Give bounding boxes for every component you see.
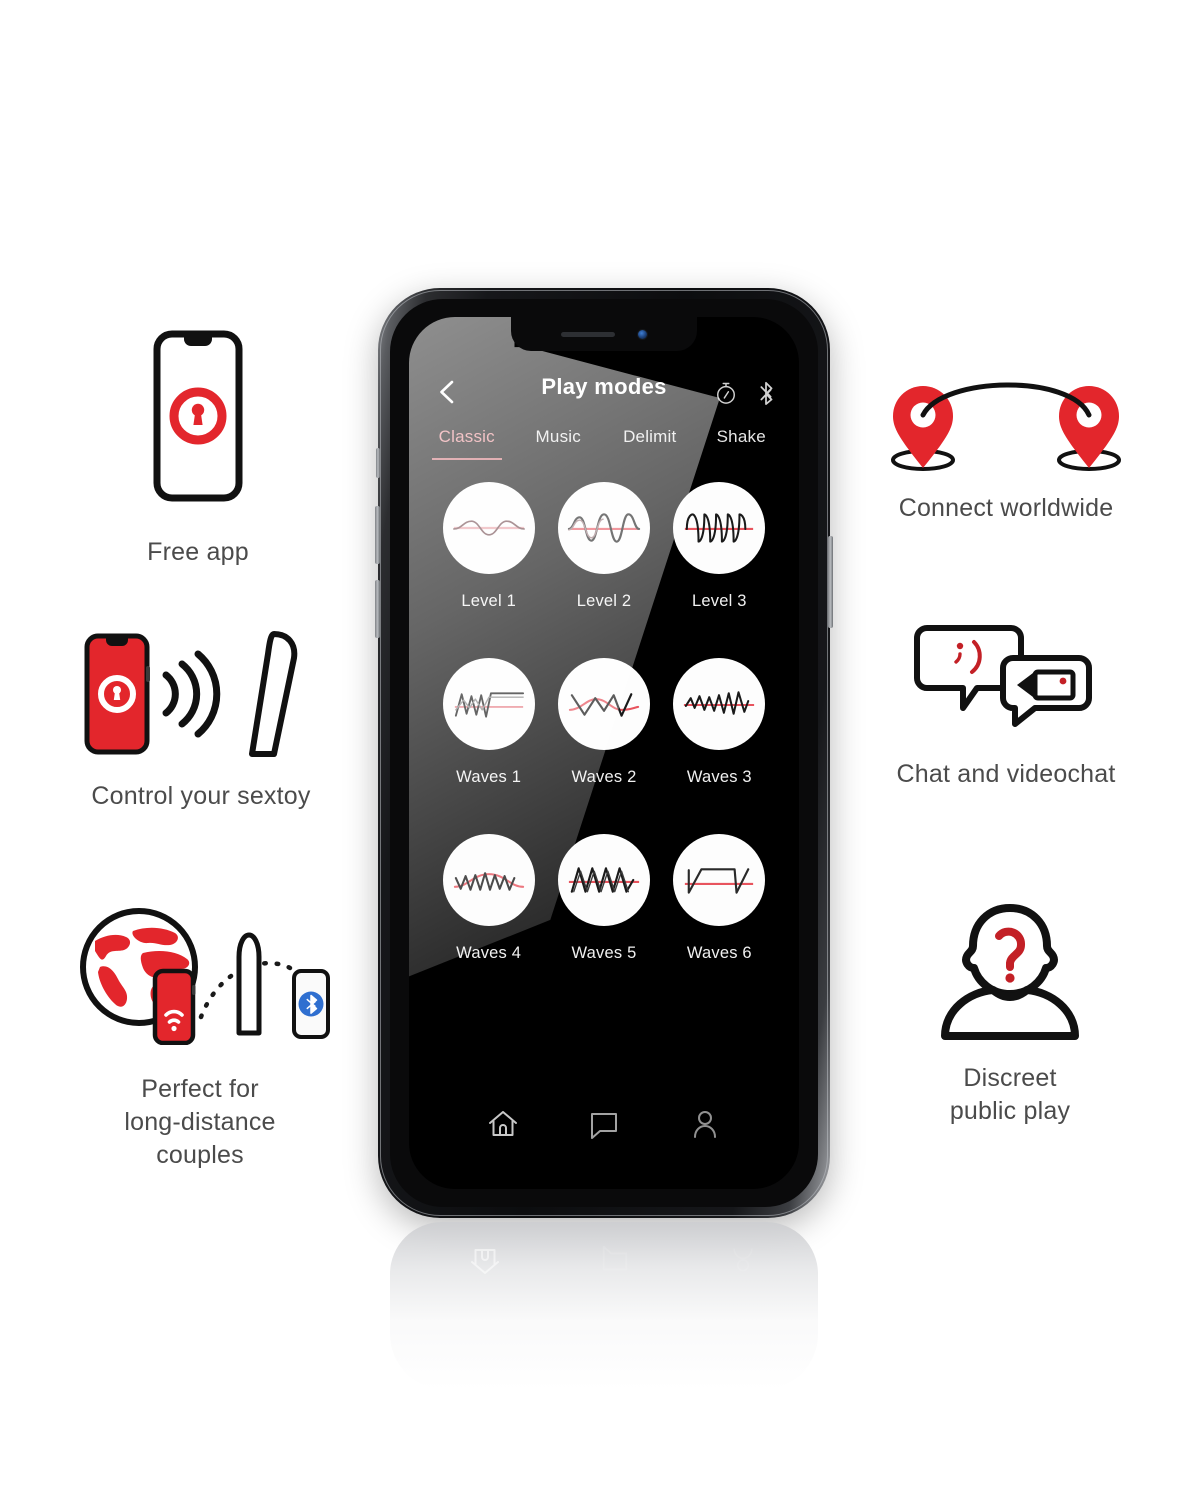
phone-with-lock-icon	[153, 330, 243, 502]
nav-item-chat[interactable]	[554, 1107, 655, 1141]
chat-icon	[591, 1113, 617, 1139]
feature-chat-videochat: Chat and videochat	[870, 618, 1142, 791]
feature-long-distance: Perfect for long-distance couples	[50, 905, 350, 1172]
mode-label: Waves 6	[686, 944, 752, 962]
waveform-sawtooth-peaks	[568, 867, 640, 893]
waveform-square-plateau	[685, 868, 754, 894]
mode-label: Waves 1	[456, 768, 522, 786]
promo-page: Free app Control your sextoy Perfect for…	[0, 0, 1200, 1500]
waveform-ramp-triangle-burst	[684, 691, 755, 715]
mode-label: Waves 5	[571, 944, 637, 962]
mode-label: Waves 4	[456, 944, 522, 962]
phone-notch	[511, 317, 697, 351]
mode-item[interactable]: Waves 1	[431, 658, 546, 834]
feature-control-sextoy: Control your sextoy	[56, 630, 346, 813]
mode-item[interactable]: Waves 5	[546, 834, 661, 1010]
timer-icon[interactable]	[715, 381, 737, 405]
tab-delimit[interactable]: Delimit	[604, 427, 696, 460]
phone-bezel: Play modes Classic Music Delimit Shake L…	[390, 299, 818, 1207]
mode-item[interactable]: Waves 2	[546, 658, 661, 834]
user-icon-reflection	[733, 1248, 753, 1272]
user-icon	[693, 1111, 716, 1138]
feature-label: Discreet public play	[949, 1064, 1071, 1125]
mode-label: Level 3	[692, 592, 747, 610]
nav-item-home[interactable]	[453, 1107, 554, 1141]
mode-thumbnail-waves-6[interactable]	[673, 834, 766, 926]
mode-label: Level 1	[461, 592, 516, 610]
waveform-dense-triangle-arc	[453, 872, 524, 891]
mode-thumbnail-level-3[interactable]	[673, 482, 766, 574]
mode-label: Level 2	[576, 592, 632, 610]
bluetooth-icon[interactable]	[755, 381, 777, 405]
home-icon	[489, 1111, 518, 1136]
app-ui: Play modes Classic Music Delimit Shake L…	[409, 317, 799, 1189]
two-map-pins-arc-icon	[891, 382, 1121, 471]
mode-item[interactable]: Waves 4	[431, 834, 546, 1010]
phone-signal-vibrator-icon	[84, 631, 298, 757]
mode-item[interactable]: Waves 3	[662, 658, 777, 834]
mode-label: Waves 3	[686, 768, 752, 786]
speech-bubbles-videochat-icon	[914, 625, 1092, 727]
header-actions	[715, 381, 777, 405]
waveform-sine-low-amplitude	[452, 520, 525, 536]
feature-connect-worldwide: Connect worldwide	[866, 382, 1146, 525]
volume-down-button[interactable]	[375, 580, 380, 638]
mode-thumbnail-waves-3[interactable]	[673, 658, 766, 750]
tab-classic[interactable]: Classic	[421, 427, 513, 460]
power-button[interactable]	[828, 536, 833, 628]
mode-item[interactable]: Level 2	[546, 482, 661, 658]
globe-phone-toy-bluetooth-icon	[80, 908, 330, 1045]
feature-label: Free app	[147, 538, 249, 566]
waveform-sine-medium	[567, 513, 641, 543]
mode-thumbnail-waves-4[interactable]	[442, 834, 535, 926]
feature-label: Control your sextoy	[91, 782, 311, 810]
home-icon-reflection	[471, 1249, 499, 1274]
mode-item[interactable]: Level 3	[662, 482, 777, 658]
phone-mockup: Play modes Classic Music Delimit Shake L…	[375, 288, 833, 1218]
waveform-wide-triangle-peaks	[568, 693, 640, 717]
person-question-mark-icon	[941, 904, 1079, 1040]
mute-switch[interactable]	[376, 448, 380, 478]
volume-up-button[interactable]	[375, 506, 380, 564]
tab-music[interactable]: Music	[513, 427, 605, 460]
feature-label: Chat and videochat	[896, 760, 1116, 788]
waveform-zigzag-rising-plateau	[454, 692, 524, 718]
nav-item-profile[interactable]	[654, 1107, 755, 1141]
bottom-nav-bar	[409, 1085, 799, 1189]
feature-label: Perfect for long-distance couples	[124, 1075, 276, 1169]
phone-reflection	[390, 1222, 818, 1390]
mode-label: Waves 2	[571, 768, 637, 786]
front-camera-icon	[636, 328, 648, 340]
chat-icon-reflection	[602, 1245, 628, 1271]
feature-free-app: Free app	[62, 330, 334, 569]
mode-thumbnail-level-1[interactable]	[442, 482, 535, 574]
feature-label: Connect worldwide	[898, 494, 1114, 522]
waveform-sine-high-frequency	[685, 513, 754, 543]
mode-item[interactable]: Waves 6	[662, 834, 777, 1010]
mode-thumbnail-waves-5[interactable]	[557, 834, 650, 926]
mode-thumbnail-level-2[interactable]	[557, 482, 650, 574]
speaker-grille-icon	[560, 331, 615, 337]
chevron-left-icon[interactable]	[435, 379, 461, 405]
mode-thumbnail-waves-2[interactable]	[557, 658, 650, 750]
feature-discreet-play: Discreet public play	[890, 898, 1130, 1128]
tab-shake[interactable]: Shake	[696, 427, 788, 460]
mode-tabs: Classic Music Delimit Shake	[409, 427, 799, 460]
mode-item[interactable]: Level 1	[431, 482, 546, 658]
phone-screen: Play modes Classic Music Delimit Shake L…	[409, 317, 799, 1189]
play-mode-grid: Level 1 Level 2 Level 3 Waves 1 Waves 2 …	[409, 460, 799, 1085]
mode-thumbnail-waves-1[interactable]	[442, 658, 535, 750]
